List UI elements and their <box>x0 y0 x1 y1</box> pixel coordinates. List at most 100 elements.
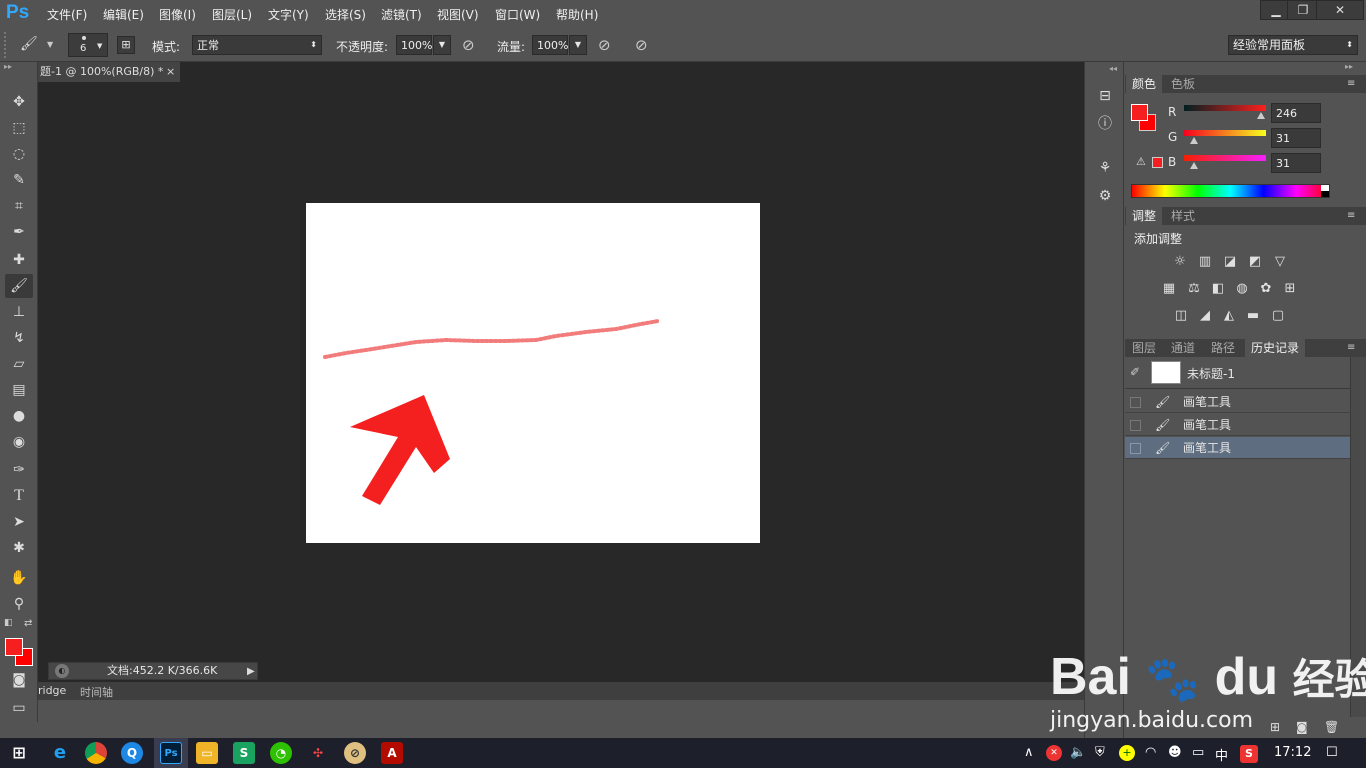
history-source-checkbox[interactable] <box>1130 397 1141 408</box>
history-item[interactable]: 🖌 画笔工具 <box>1125 414 1350 436</box>
sogou-ime-icon[interactable]: S <box>1240 745 1258 763</box>
menu-view[interactable]: 视图(V) <box>437 6 479 23</box>
panel-menu-icon[interactable]: ≡ <box>1347 210 1355 221</box>
history-item[interactable]: 🖌 画笔工具 <box>1125 391 1350 413</box>
crop-tool-icon[interactable]: ⌗ <box>5 194 33 218</box>
history-source-checkbox[interactable] <box>1130 443 1141 454</box>
pinwheel-app-icon[interactable]: ✣ <box>307 742 329 764</box>
volume-icon[interactable]: 🔈 <box>1070 745 1086 760</box>
notification-icon[interactable]: ☐ <box>1326 745 1338 760</box>
levels-icon[interactable]: ▥ <box>1196 254 1214 270</box>
wps-sheets-icon[interactable]: S <box>233 742 255 764</box>
battery-icon[interactable]: ▭ <box>1192 745 1204 760</box>
spectrum-black-swatch[interactable] <box>1321 191 1329 197</box>
tablet-pressure-size-icon[interactable]: ⊘ <box>635 36 648 54</box>
black-white-icon[interactable]: ◧ <box>1209 281 1227 297</box>
compass-app-icon[interactable]: ⊘ <box>344 742 366 764</box>
r-slider[interactable] <box>1184 105 1266 111</box>
opacity-input[interactable]: 100% <box>396 35 432 55</box>
pen-tool-icon[interactable]: ✑ <box>5 458 33 482</box>
flow-dropdown-button[interactable]: ▼ <box>569 35 587 55</box>
color-lookup-icon[interactable]: ⊞ <box>1281 281 1299 297</box>
vibrance-icon[interactable]: ▽ <box>1271 254 1289 270</box>
channel-mixer-icon[interactable]: ✿ <box>1257 281 1275 297</box>
camera-icon[interactable]: ◙ <box>1296 720 1308 734</box>
tray-expand-icon[interactable]: ∧ <box>1024 745 1034 760</box>
history-snapshot-row[interactable]: ✐ 未标题-1 <box>1125 357 1350 389</box>
menu-image[interactable]: 图像(I) <box>159 6 196 23</box>
color-spectrum-bar[interactable] <box>1131 184 1330 198</box>
workspace-select[interactable]: 经验常用面板 ⬍ <box>1228 35 1358 55</box>
panel-menu-icon[interactable]: ≡ <box>1347 78 1355 89</box>
canvas[interactable] <box>306 203 760 543</box>
quick-mask-icon[interactable]: ◙ <box>5 668 33 692</box>
gamut-color-swatch[interactable] <box>1152 157 1163 168</box>
invert-icon[interactable]: ◫ <box>1172 308 1190 324</box>
tablet-pressure-opacity-icon[interactable]: ⊘ <box>462 36 475 54</box>
tab-layers[interactable]: 图层 <box>1126 339 1162 357</box>
chevron-down-icon[interactable]: ▼ <box>47 40 53 49</box>
tab-styles[interactable]: 样式 <box>1165 207 1201 225</box>
history-item-selected[interactable]: 🖌 画笔工具 <box>1125 437 1350 459</box>
info-icon[interactable]: ⓘ <box>1095 114 1115 134</box>
posterize-icon[interactable]: ◢ <box>1196 308 1214 324</box>
b-slider[interactable] <box>1184 155 1266 161</box>
default-colors-icon[interactable]: ◧ <box>4 618 13 628</box>
foreground-color-swatch[interactable] <box>5 638 23 656</box>
document-tab[interactable]: 题-1 @ 100%(RGB/8) * × <box>38 62 180 82</box>
hue-saturation-icon[interactable]: ▦ <box>1160 281 1178 297</box>
hand-tool-icon[interactable]: ✋ <box>5 566 33 590</box>
airbrush-icon[interactable]: ⊘ <box>598 36 611 54</box>
status-arrow-icon[interactable]: ▶ <box>247 664 255 680</box>
mode-select[interactable]: 正常 ⬍ <box>192 35 322 55</box>
tab-color[interactable]: 颜色 <box>1126 75 1163 93</box>
history-brush-source-icon[interactable]: ✐ <box>1130 365 1140 379</box>
gamut-warning-icon[interactable]: ⚠ <box>1136 155 1146 168</box>
new-document-from-state-icon[interactable]: ⊞ <box>1270 720 1280 734</box>
ime-indicator[interactable]: 中 <box>1215 745 1228 764</box>
eraser-tool-icon[interactable]: ▱ <box>5 352 33 376</box>
clone-stamp-tool-icon[interactable]: ⊥ <box>5 300 33 324</box>
zoom-tool-icon[interactable]: ⚲ <box>5 592 33 616</box>
selective-color-icon[interactable]: ▢ <box>1269 308 1287 324</box>
brush-tool-preset-icon[interactable]: 🖌 <box>20 36 38 52</box>
history-source-checkbox[interactable] <box>1130 420 1141 431</box>
file-explorer-icon[interactable]: ▭ <box>196 742 218 764</box>
menu-window[interactable]: 窗口(W) <box>495 6 540 23</box>
healing-brush-tool-icon[interactable]: ✚ <box>5 248 33 272</box>
restore-button[interactable]: ❐ <box>1287 0 1319 20</box>
brush-tool-icon[interactable]: 🖌 <box>5 274 33 298</box>
trash-icon[interactable]: 🗑 <box>1324 720 1339 734</box>
collapse-arrows-icon[interactable]: ◂◂ <box>1109 64 1117 73</box>
curves-icon[interactable]: ◪ <box>1221 254 1239 270</box>
photoshop-taskbar-icon[interactable]: Ps <box>160 742 182 764</box>
panel-menu-icon[interactable]: ≡ <box>1347 342 1355 353</box>
opacity-dropdown-button[interactable]: ▼ <box>433 35 451 55</box>
r-slider-thumb[interactable] <box>1257 112 1265 119</box>
status-menu-icon[interactable]: ◐ <box>55 664 69 678</box>
color-balance-icon[interactable]: ⚖ <box>1185 281 1203 297</box>
clock[interactable]: 17:12 <box>1274 745 1311 760</box>
tab-adjustments[interactable]: 调整 <box>1126 207 1163 225</box>
menu-select[interactable]: 选择(S) <box>325 6 366 23</box>
menu-layer[interactable]: 图层(L) <box>212 6 252 23</box>
move-tool-icon[interactable]: ✥ <box>5 90 33 114</box>
photo-filter-icon[interactable]: ◍ <box>1233 281 1251 297</box>
threshold-icon[interactable]: ◭ <box>1220 308 1238 324</box>
menu-edit[interactable]: 编辑(E) <box>103 6 144 23</box>
blur-tool-icon[interactable]: ● <box>5 404 33 428</box>
swap-colors-icon[interactable]: ⇄ <box>24 618 32 629</box>
gradient-tool-icon[interactable]: ▤ <box>5 378 33 402</box>
windows-start-icon[interactable]: ⊞ <box>8 742 30 764</box>
tab-paths[interactable]: 路径 <box>1205 339 1241 357</box>
acrobat-icon[interactable]: A <box>381 742 403 764</box>
tab-channels[interactable]: 通道 <box>1165 339 1201 357</box>
collapse-arrows-icon[interactable]: ▸▸ <box>4 62 12 71</box>
expand-arrows-icon[interactable]: ▸▸ <box>1345 62 1353 71</box>
custom-shape-tool-icon[interactable]: ✱ <box>5 536 33 560</box>
tab-swatches[interactable]: 色板 <box>1165 75 1201 93</box>
marquee-tool-icon[interactable]: ⬚ <box>5 116 33 140</box>
tab-timeline[interactable]: 时间轴 <box>80 684 113 700</box>
b-value-input[interactable]: 31 <box>1271 153 1321 173</box>
type-tool-icon[interactable]: T <box>5 484 33 508</box>
